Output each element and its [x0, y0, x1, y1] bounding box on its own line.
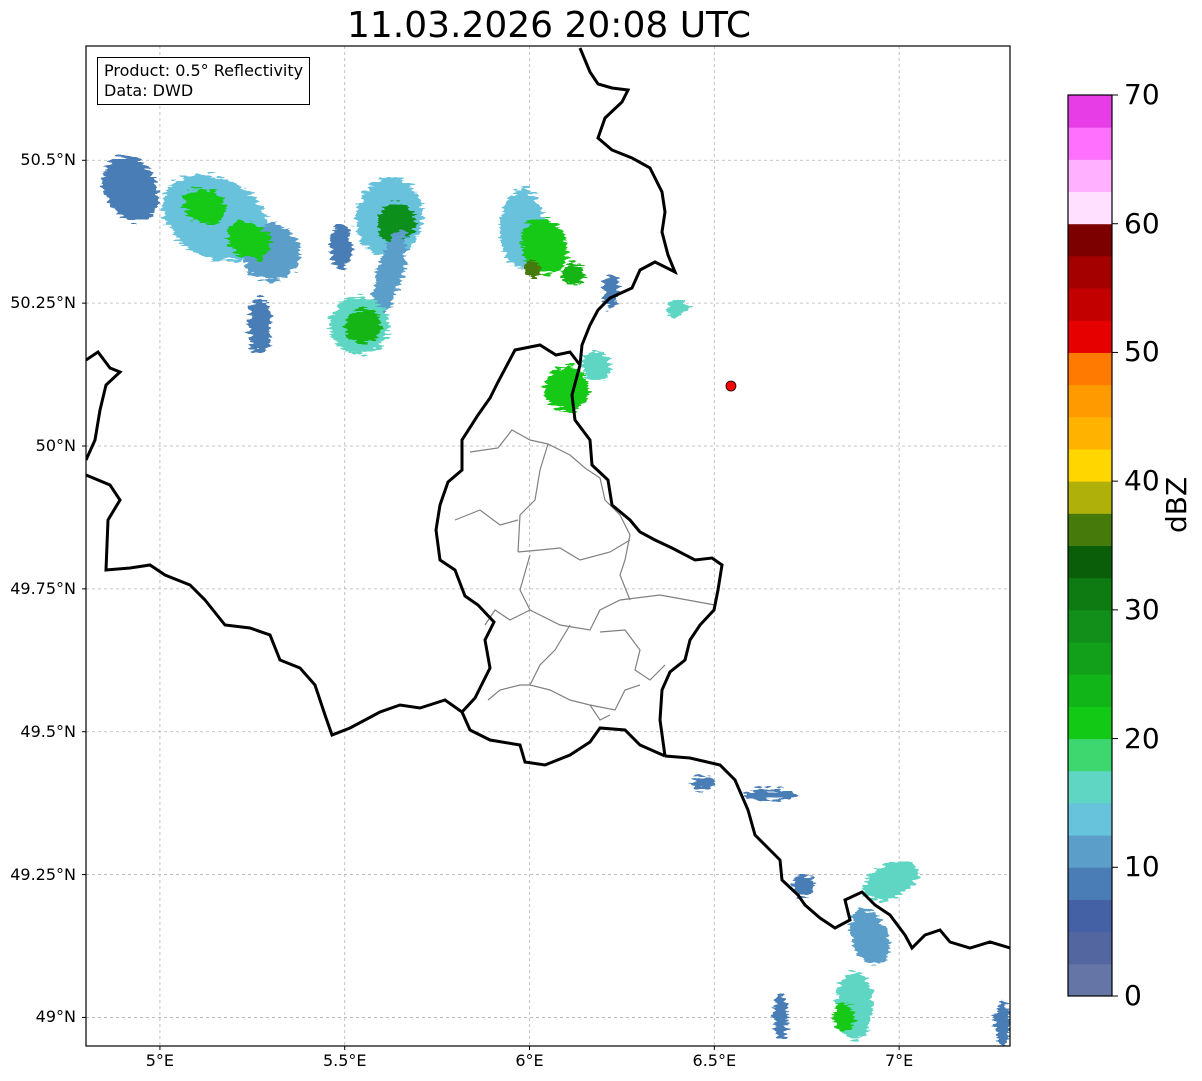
colorbar-tick-label: 70	[1124, 78, 1160, 111]
colorbar-segment	[1068, 288, 1112, 321]
colorbar-tick-label: 50	[1124, 335, 1160, 369]
longitude-tick-label: 5°E	[145, 1051, 175, 1070]
colorbar-segment	[1068, 255, 1112, 289]
colorbar-tick-label: 20	[1124, 721, 1160, 755]
colorbar-segment	[1068, 963, 1112, 997]
colorbar-segment	[1068, 159, 1112, 193]
longitude-tick-label: 5.5°E	[322, 1051, 367, 1070]
colorbar-segment	[1068, 738, 1112, 772]
echo-cell	[329, 223, 353, 269]
colorbar-segment	[1068, 127, 1112, 160]
colorbar-segment	[1068, 448, 1112, 482]
latitude-tick-label: 50.5°N	[20, 150, 76, 170]
colorbar-segment	[1068, 609, 1112, 643]
colorbar-segment	[1068, 320, 1112, 353]
longitude-tick-label: 7°E	[884, 1051, 914, 1070]
longitude-tick-label: 6.5°E	[692, 1051, 737, 1070]
colorbar-segment	[1068, 352, 1112, 386]
colorbar-segment	[1068, 384, 1112, 418]
colorbar-segment	[1068, 770, 1112, 804]
longitude-tick-label: 6°E	[515, 1051, 544, 1070]
colorbar	[1068, 94, 1118, 997]
data-source-label: Data: DWD	[104, 81, 194, 100]
product-info-box: Product: 0.5° Reflectivity Data: DWD	[97, 57, 311, 105]
echo-cell	[773, 994, 789, 1041]
colorbar-segment	[1068, 416, 1112, 450]
echo-cell	[690, 776, 717, 791]
colorbar-segment	[1068, 577, 1112, 611]
radar-site-marker	[725, 380, 737, 392]
latitude-tick-label: 50°N	[35, 436, 76, 455]
colorbar-segment	[1068, 513, 1112, 546]
colorbar-label: dBZ	[1160, 476, 1193, 533]
latitude-tick-label: 49.75°N	[10, 578, 76, 598]
colorbar-tick-label: 60	[1124, 206, 1160, 240]
colorbar-segment	[1068, 545, 1112, 579]
colorbar-tick-label: 0	[1124, 979, 1142, 1012]
latitude-tick-label: 49°N	[35, 1007, 76, 1027]
latitude-tick-label: 49.25°N	[10, 864, 76, 884]
echo-cell	[995, 1000, 1010, 1046]
colorbar-tick-label: 40	[1124, 464, 1160, 498]
echo-cell	[525, 260, 541, 278]
colorbar-segment	[1068, 223, 1112, 257]
echo-cell	[743, 788, 796, 801]
colorbar-tick-label: 30	[1124, 592, 1160, 626]
latitude-tick-label: 50.25°N	[10, 293, 76, 313]
colorbar-segment	[1068, 481, 1112, 514]
colorbar-tick-label: 10	[1124, 850, 1160, 884]
echo-cell	[344, 308, 382, 344]
radar-map	[82, 45, 1118, 1050]
colorbar-segment	[1068, 191, 1112, 225]
colorbar-segment	[1068, 867, 1112, 900]
colorbar-segment	[1068, 899, 1112, 933]
colorbar-segment	[1068, 642, 1112, 675]
colorbar-segment	[1068, 835, 1112, 868]
colorbar-segment	[1068, 706, 1112, 740]
colorbar-segment	[1068, 802, 1112, 836]
colorbar-segment	[1068, 931, 1112, 965]
echo-cell	[248, 297, 271, 355]
latitude-tick-label: 49.5°N	[20, 721, 76, 741]
product-label: Product: 0.5° Reflectivity	[104, 61, 304, 80]
colorbar-segment	[1068, 674, 1112, 707]
echo-cell	[832, 1003, 855, 1032]
colorbar-segment	[1068, 95, 1112, 128]
echo-cell	[562, 263, 585, 287]
